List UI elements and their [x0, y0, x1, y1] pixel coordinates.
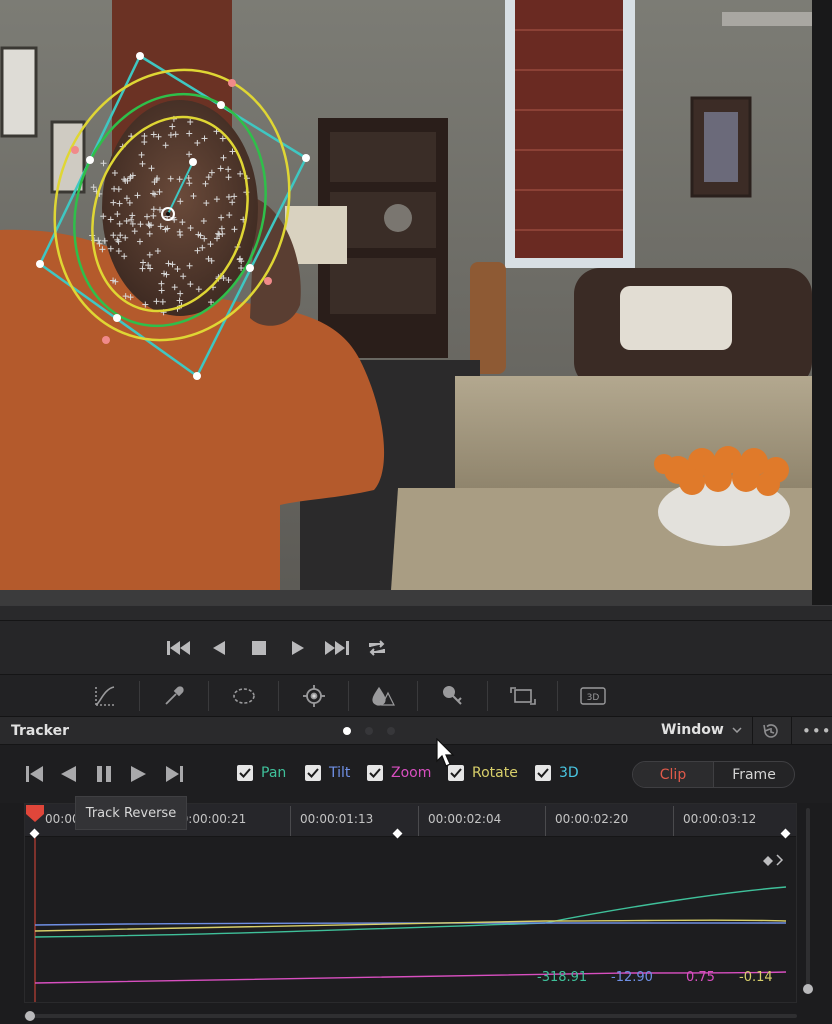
vertical-zoom-handle[interactable] — [803, 984, 813, 994]
3d-icon[interactable]: 3D — [579, 683, 607, 709]
tooltip: Track Reverse — [75, 796, 187, 830]
page-dot-1[interactable] — [343, 727, 351, 735]
sizing-icon[interactable] — [510, 683, 536, 709]
wall-picture-left — [0, 46, 38, 138]
light-fixture — [722, 12, 814, 26]
pan-curve — [34, 886, 787, 938]
next-keyframe-icon[interactable] — [776, 854, 784, 866]
curve-graph[interactable] — [25, 837, 796, 1002]
stop-icon[interactable] — [251, 637, 267, 659]
horizontal-zoom-handle[interactable] — [25, 1011, 35, 1021]
zoom-value: 0.75 — [686, 970, 715, 985]
zoom-checkbox[interactable]: Zoom — [367, 765, 431, 781]
palette-toolbar: 3D — [0, 675, 832, 717]
pan-label: Pan — [261, 765, 287, 781]
rotate-checkbox[interactable]: Rotate — [448, 765, 518, 781]
tilt-checkbox[interactable]: Tilt — [305, 765, 350, 781]
tracker-header: Tracker Window ••• — [0, 717, 832, 745]
vase — [470, 262, 506, 374]
rotate-label: Rotate — [472, 765, 518, 781]
zoom-label: Zoom — [391, 765, 432, 781]
blinds — [515, 0, 623, 258]
frame-mode-button[interactable]: Frame — [714, 762, 794, 787]
tracker-icon[interactable] — [301, 683, 327, 709]
tick-label-2: 00:00:01:13 — [300, 812, 374, 826]
tracker-controls: Pan Tilt Zoom Rotate 3D Clip Frame — [0, 745, 832, 803]
svg-text:3D: 3D — [587, 693, 600, 703]
skip-to-start-icon[interactable] — [167, 637, 191, 659]
mode-select[interactable]: Window — [661, 722, 742, 738]
page-dot-3[interactable] — [387, 727, 395, 735]
chevron-down-icon — [732, 727, 742, 733]
mouse-cursor-icon — [436, 738, 455, 767]
track-forward-icon[interactable] — [131, 765, 146, 783]
pause-icon[interactable] — [96, 765, 112, 783]
clip-mode-button[interactable]: Clip — [633, 762, 714, 787]
rotate-value: -0.14 — [739, 970, 773, 985]
tick-label-4: 00:00:02:20 — [555, 812, 629, 826]
tilt-value: -12.90 — [611, 970, 653, 985]
play-reverse-icon[interactable] — [212, 637, 226, 659]
skip-to-end-icon[interactable] — [325, 637, 349, 659]
viewer-divider[interactable] — [0, 605, 832, 621]
3d-label: 3D — [559, 765, 579, 781]
curves-icon[interactable] — [92, 683, 118, 709]
playhead-marker[interactable] — [25, 804, 45, 824]
tilt-label: Tilt — [329, 765, 351, 781]
tracker-graph[interactable]: 00:00:0 00:00:00:21 00:00:01:13 00:00:02… — [24, 796, 797, 1003]
zoom-curve — [34, 971, 787, 984]
clip-frame-toggle: Clip Frame — [632, 761, 795, 788]
transport-controls — [0, 621, 832, 675]
rotate-curve — [34, 919, 787, 932]
window-icon[interactable] — [231, 683, 257, 709]
mode-select-value: Window — [661, 722, 724, 738]
loop-icon[interactable] — [366, 637, 388, 659]
pan-value: -318.91 — [537, 970, 588, 985]
play-icon[interactable] — [291, 637, 305, 659]
track-step-forward-icon[interactable] — [166, 765, 183, 783]
blur-icon[interactable] — [370, 683, 396, 709]
viewer-frame — [0, 0, 832, 605]
key-icon[interactable] — [440, 683, 466, 709]
track-reverse-icon[interactable] — [61, 765, 76, 783]
panel-title: Tracker — [11, 723, 69, 739]
keyframe-diamond-icon[interactable] — [763, 856, 773, 866]
reset-history-icon[interactable] — [761, 722, 781, 740]
3d-checkbox[interactable]: 3D — [535, 765, 579, 781]
checkbox-check-icon[interactable] — [237, 765, 253, 781]
checkbox-check-icon[interactable] — [305, 765, 321, 781]
more-options-button[interactable]: ••• — [802, 722, 831, 740]
tick-label-5: 00:00:03:12 — [683, 812, 757, 826]
track-step-back-icon[interactable] — [26, 765, 43, 783]
vertical-scrollbar[interactable] — [806, 808, 810, 992]
page-dot-2[interactable] — [365, 727, 373, 735]
tick-label-3: 00:00:02:04 — [428, 812, 502, 826]
video-viewer[interactable] — [0, 0, 832, 605]
horizontal-scrollbar[interactable] — [24, 1014, 797, 1018]
pan-checkbox[interactable]: Pan — [237, 765, 286, 781]
checkbox-check-icon[interactable] — [367, 765, 383, 781]
checkbox-check-icon[interactable] — [535, 765, 551, 781]
eyedropper-icon[interactable] — [161, 683, 187, 709]
cushion — [620, 286, 732, 350]
